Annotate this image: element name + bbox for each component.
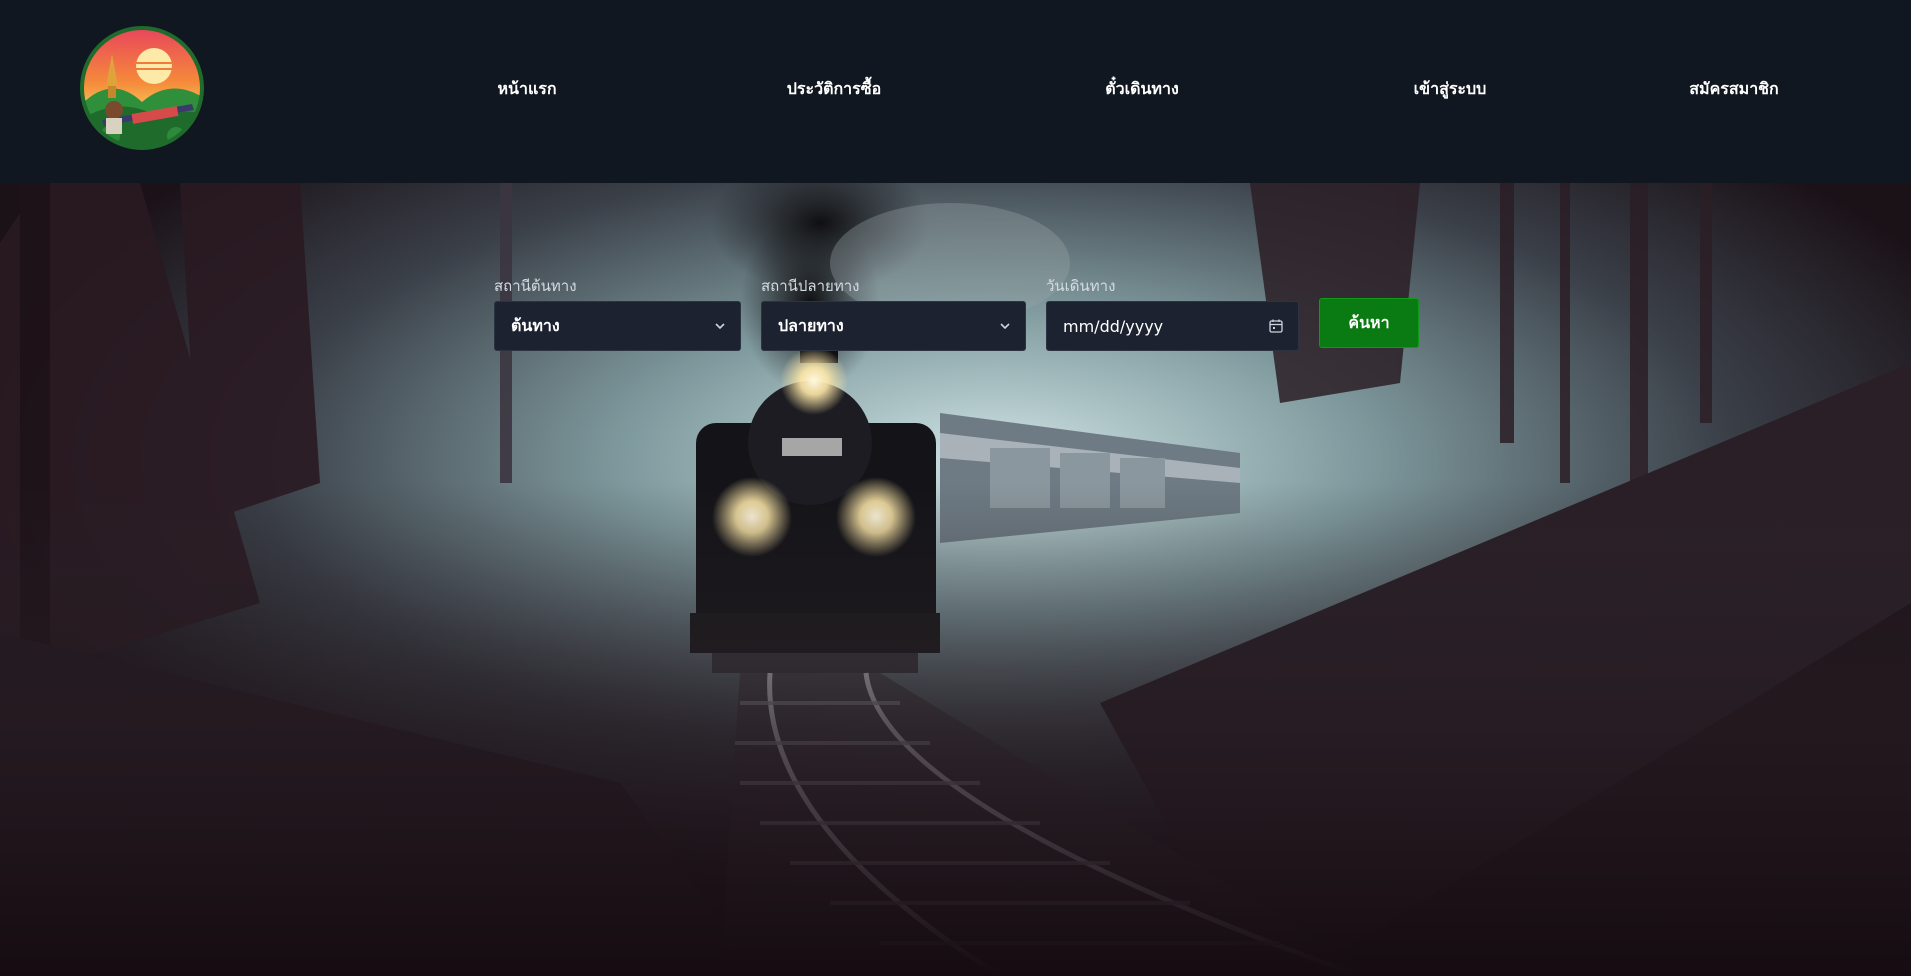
calendar-icon[interactable] bbox=[1268, 318, 1284, 334]
train-sunset-logo-icon bbox=[80, 26, 204, 150]
site-logo[interactable] bbox=[72, 24, 212, 154]
nav-purchase-history[interactable]: ประวัติการซื้อ bbox=[787, 77, 881, 102]
origin-select-value: ต้นทาง bbox=[511, 315, 560, 335]
destination-select-value: ปลายทาง bbox=[778, 315, 844, 335]
nav-login[interactable]: เข้าสู่ระบบ bbox=[1414, 77, 1487, 102]
top-navbar: หน้าแรก ประวัติการซื้อ ตั๋วเดินทาง เข้าส… bbox=[0, 0, 1911, 183]
nav-tickets[interactable]: ตั๋วเดินทาง bbox=[1105, 77, 1179, 102]
origin-select[interactable]: ต้นทาง bbox=[494, 301, 741, 351]
travel-date-input[interactable]: mm/dd/yyyy bbox=[1046, 301, 1299, 351]
travel-date-label: วันเดินทาง bbox=[1046, 277, 1116, 295]
travel-date-placeholder: mm/dd/yyyy bbox=[1063, 316, 1164, 336]
nav-home[interactable]: หน้าแรก bbox=[497, 77, 556, 102]
destination-label: สถานีปลายทาง bbox=[761, 277, 860, 295]
nav-register[interactable]: สมัครสมาชิก bbox=[1689, 77, 1778, 102]
search-button[interactable]: ค้นหา bbox=[1319, 298, 1419, 348]
destination-select[interactable]: ปลายทาง bbox=[761, 301, 1026, 351]
chevron-down-icon bbox=[715, 323, 725, 330]
origin-label: สถานีต้นทาง bbox=[494, 277, 577, 295]
chevron-down-icon bbox=[1000, 323, 1010, 330]
